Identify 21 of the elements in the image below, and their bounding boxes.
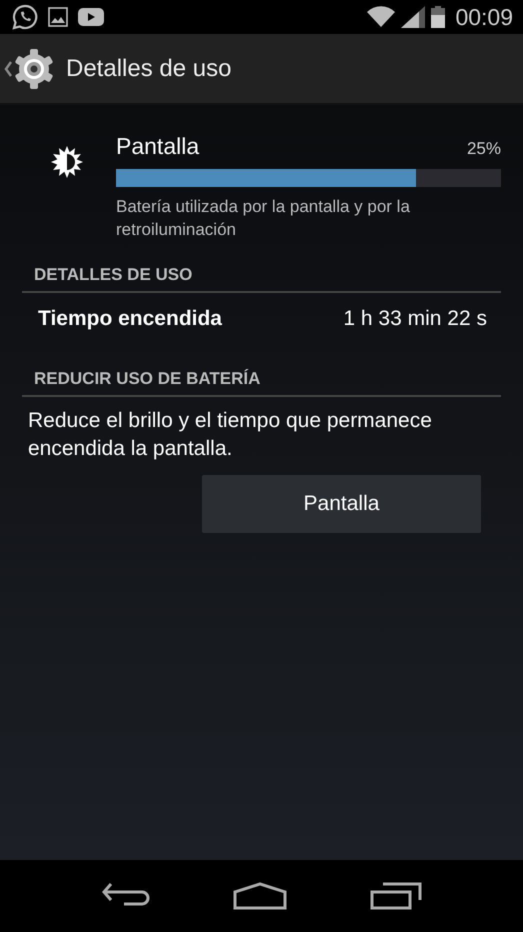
section-header: DETALLES DE USO: [22, 241, 501, 293]
detail-label: Tiempo encendida: [38, 307, 222, 331]
play-icon: [78, 7, 104, 27]
wifi-icon: [367, 6, 396, 28]
signal-icon: [401, 6, 426, 28]
detail-value: 1 h 33 min 22 s: [343, 307, 487, 331]
brightness-icon: [50, 145, 84, 179]
chat-bubble-icon: [12, 4, 38, 30]
clock-time: 00:09: [455, 4, 513, 30]
recent-apps-icon[interactable]: [370, 882, 422, 910]
reduce-description: Reduce el brillo y el tiempo que permanece encendida la pantalla.: [27, 408, 433, 462]
home-icon[interactable]: [233, 882, 288, 910]
chevron-icon: [4, 60, 12, 76]
image-icon: [48, 7, 68, 27]
app-name: Pantalla: [116, 133, 200, 160]
battery-icon: [431, 6, 446, 28]
usage-percent: 25%: [466, 139, 501, 159]
display-settings-button[interactable]: Pantalla: [202, 475, 481, 533]
usage-description: Batería utilizada por la pantalla y por la retroiluminación: [116, 196, 411, 241]
screen-title: Detalles de uso: [66, 54, 232, 82]
section-header: REDUCIR USO DE BATERÍA: [22, 345, 501, 397]
